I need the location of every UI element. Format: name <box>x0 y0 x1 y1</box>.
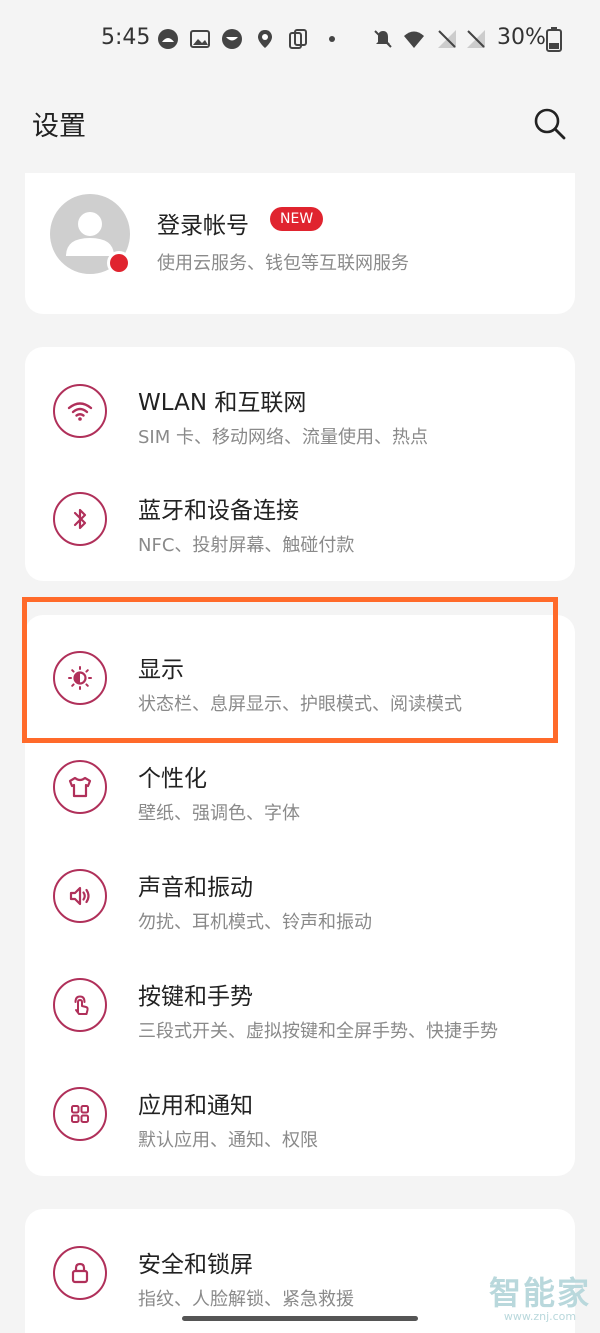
settings-item-wlan[interactable]: WLAN 和互联网 SIM 卡、移动网络、流量使用、热点 <box>25 357 575 465</box>
more-dot-icon <box>329 36 335 42</box>
account-card[interactable]: 登录帐号 NEW 使用云服务、钱包等互联网服务 <box>25 173 575 314</box>
item-title: 应用和通知 <box>138 1093 253 1119</box>
watermark-logo: 智能家 <box>488 1274 591 1312</box>
page-title: 设置 <box>32 111 86 142</box>
settings-item-buttons-gestures[interactable]: 按键和手势 三段式开关、虚拟按键和全屏手势、快捷手势 <box>25 951 575 1059</box>
battery-icon <box>546 27 562 52</box>
notification-app-icon <box>158 29 178 49</box>
status-bar: 5:45 30% <box>0 0 600 76</box>
speaker-icon <box>53 869 107 923</box>
search-icon[interactable] <box>530 104 568 142</box>
copy-icon <box>289 29 307 49</box>
item-title: 按键和手势 <box>138 984 253 1010</box>
lock-icon <box>53 1246 107 1300</box>
highlight-box <box>22 597 558 743</box>
battery-percent: 30% <box>497 25 546 50</box>
settings-item-apps-notifications[interactable]: 应用和通知 默认应用、通知、权限 <box>25 1060 575 1168</box>
tshirt-icon <box>53 760 107 814</box>
settings-item-personalization[interactable]: 个性化 壁纸、强调色、字体 <box>25 733 575 841</box>
settings-item-bluetooth[interactable]: 蓝牙和设备连接 NFC、投射屏幕、触碰付款 <box>25 465 575 573</box>
status-time: 5:45 <box>101 25 151 50</box>
wifi-signal-icon <box>404 31 424 48</box>
no-signal-icon <box>438 30 456 48</box>
item-title: 安全和锁屏 <box>138 1252 253 1278</box>
item-subtitle: 壁纸、强调色、字体 <box>138 803 300 824</box>
item-subtitle: SIM 卡、移动网络、流量使用、热点 <box>138 427 428 448</box>
item-title: 个性化 <box>138 766 207 792</box>
bluetooth-icon <box>53 492 107 546</box>
apps-grid-icon <box>53 1087 107 1141</box>
gesture-icon <box>53 978 107 1032</box>
image-icon <box>190 30 210 48</box>
wifi-icon <box>53 384 107 438</box>
item-title: WLAN 和互联网 <box>138 390 307 416</box>
settings-group-connectivity: WLAN 和互联网 SIM 卡、移动网络、流量使用、热点 蓝牙和设备连接 NFC… <box>25 347 575 581</box>
notification-app-icon-2 <box>222 29 242 49</box>
account-subtitle: 使用云服务、钱包等互联网服务 <box>157 253 409 274</box>
item-subtitle: NFC、投射屏幕、触碰付款 <box>138 535 355 556</box>
account-title: 登录帐号 <box>157 213 249 239</box>
item-title: 蓝牙和设备连接 <box>138 498 299 524</box>
no-signal-icon-2 <box>467 30 485 48</box>
gesture-navigation-handle[interactable] <box>182 1316 418 1321</box>
item-subtitle: 默认应用、通知、权限 <box>138 1130 318 1151</box>
new-badge: NEW <box>270 207 324 231</box>
item-subtitle: 指纹、人脸解锁、紧急救援 <box>138 1289 354 1310</box>
item-subtitle: 勿扰、耳机模式、铃声和振动 <box>138 912 372 933</box>
mute-bell-icon <box>374 30 392 48</box>
notification-dot <box>107 251 131 275</box>
location-icon <box>258 30 272 48</box>
settings-item-sound[interactable]: 声音和振动 勿扰、耳机模式、铃声和振动 <box>25 842 575 950</box>
watermark: 智能家 www.znj.com <box>488 1268 592 1323</box>
item-title: 声音和振动 <box>138 875 253 901</box>
item-subtitle: 三段式开关、虚拟按键和全屏手势、快捷手势 <box>138 1021 498 1042</box>
